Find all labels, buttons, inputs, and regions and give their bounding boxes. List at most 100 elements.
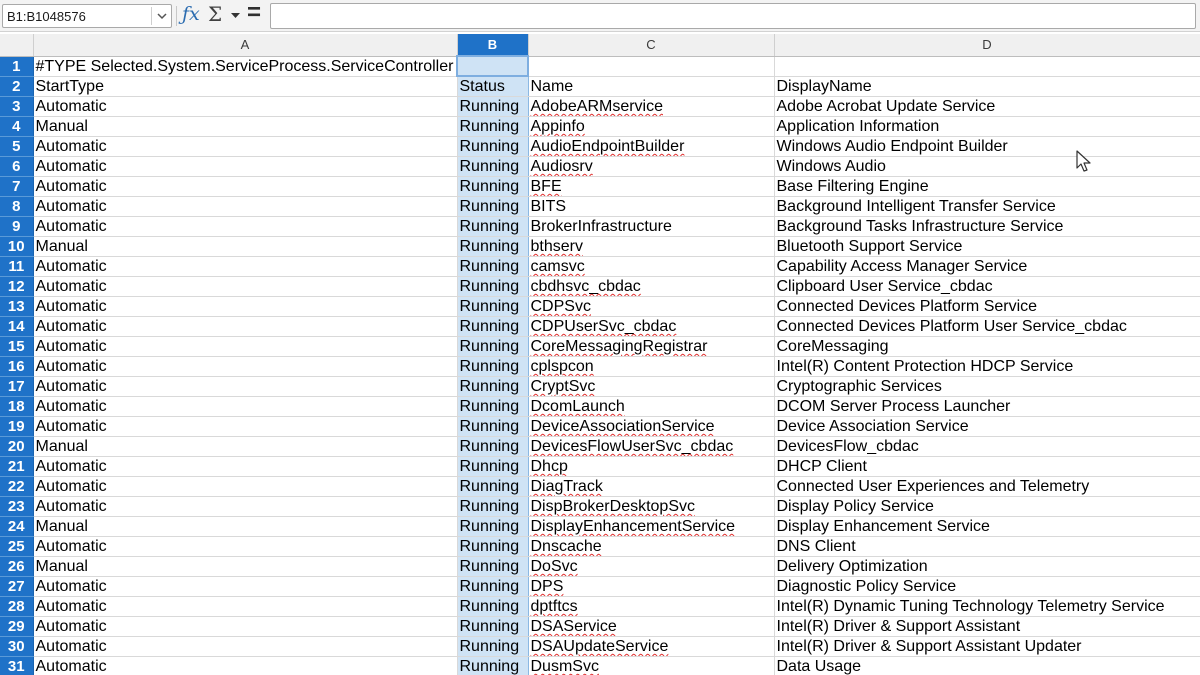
cell-b[interactable]: Running (456, 156, 529, 177)
cell-b[interactable]: Running (456, 496, 529, 517)
cell-d[interactable]: Intel(R) Driver & Support Assistant (774, 616, 1200, 637)
cell-a[interactable]: Manual (33, 436, 458, 457)
cell-c[interactable]: BFE (528, 176, 775, 197)
cell-a[interactable]: Automatic (33, 616, 458, 637)
row-header[interactable]: 16 (0, 356, 34, 377)
cell-d[interactable]: DHCP Client (774, 456, 1200, 477)
cell-d[interactable]: Diagnostic Policy Service (774, 576, 1200, 597)
cell-c[interactable]: CDPSvc (528, 296, 775, 317)
cell-a[interactable]: Automatic (33, 216, 458, 237)
cell-d[interactable]: Intel(R) Dynamic Tuning Technology Telem… (774, 596, 1200, 617)
cell-d[interactable]: CoreMessaging (774, 336, 1200, 357)
cell-b[interactable]: Running (456, 296, 529, 317)
row-header[interactable]: 26 (0, 556, 34, 577)
column-header-a[interactable]: A (33, 34, 458, 57)
row-header[interactable]: 4 (0, 116, 34, 137)
cell-b[interactable]: Running (456, 196, 529, 217)
cell-c[interactable]: DeviceAssociationService (528, 416, 775, 437)
cell-c[interactable]: DoSvc (528, 556, 775, 577)
cell-c[interactable]: DPS (528, 576, 775, 597)
cell-a[interactable]: Automatic (33, 416, 458, 437)
row-header[interactable]: 21 (0, 456, 34, 477)
sigma-icon[interactable]: Σ (208, 2, 222, 26)
cell-c[interactable]: Appinfo (528, 116, 775, 137)
cell-a[interactable]: Automatic (33, 156, 458, 177)
cell-b[interactable]: Running (456, 136, 529, 157)
cell-a[interactable]: Manual (33, 516, 458, 537)
cell-b[interactable]: Running (456, 176, 529, 197)
cell-c[interactable]: DiagTrack (528, 476, 775, 497)
cell-b[interactable]: Running (456, 596, 529, 617)
cell-a[interactable]: Automatic (33, 176, 458, 197)
row-header[interactable]: 25 (0, 536, 34, 557)
cell-a[interactable]: Automatic (33, 296, 458, 317)
cell-a[interactable]: Automatic (33, 96, 458, 117)
row-header[interactable]: 14 (0, 316, 34, 337)
cell-d[interactable]: Background Intelligent Transfer Service (774, 196, 1200, 217)
cell-b[interactable] (456, 55, 529, 77)
column-header-d[interactable]: D (774, 34, 1200, 57)
cell-c[interactable]: dptftcs (528, 596, 775, 617)
column-header-b[interactable]: B (457, 34, 529, 57)
cell-a[interactable]: Automatic (33, 396, 458, 417)
cell-c[interactable]: AdobeARMservice (528, 96, 775, 117)
cell-a[interactable]: Automatic (33, 276, 458, 297)
cell-a[interactable]: Automatic (33, 476, 458, 497)
cell-c[interactable] (528, 56, 775, 77)
cell-d[interactable]: Windows Audio Endpoint Builder (774, 136, 1200, 157)
cell-a[interactable]: Automatic (33, 456, 458, 477)
cell-d[interactable]: Windows Audio (774, 156, 1200, 177)
cell-a[interactable]: Automatic (33, 336, 458, 357)
cell-c[interactable]: DcomLaunch (528, 396, 775, 417)
row-header[interactable]: 17 (0, 376, 34, 397)
cell-c[interactable]: DevicesFlowUserSvc_cbdac (528, 436, 775, 457)
select-all-corner[interactable] (0, 34, 34, 57)
cell-a[interactable]: Automatic (33, 496, 458, 517)
cell-d[interactable]: Base Filtering Engine (774, 176, 1200, 197)
cell-a[interactable]: Automatic (33, 376, 458, 397)
cell-d[interactable] (774, 56, 1200, 77)
cell-c[interactable]: CoreMessagingRegistrar (528, 336, 775, 357)
cell-a[interactable]: Automatic (33, 356, 458, 377)
cell-d[interactable]: Capability Access Manager Service (774, 256, 1200, 277)
row-header[interactable]: 3 (0, 96, 34, 117)
cell-b[interactable]: Running (456, 516, 529, 537)
cell-a[interactable]: Automatic (33, 256, 458, 277)
cell-a[interactable]: Automatic (33, 596, 458, 617)
cell-c[interactable]: BITS (528, 196, 775, 217)
cell-b[interactable]: Status (456, 76, 529, 97)
cell-a[interactable]: Automatic (33, 576, 458, 597)
row-header[interactable]: 15 (0, 336, 34, 357)
cell-c[interactable]: cplspcon (528, 356, 775, 377)
cell-d[interactable]: Cryptographic Services (774, 376, 1200, 397)
cell-a[interactable]: Manual (33, 236, 458, 257)
cell-d[interactable]: Adobe Acrobat Update Service (774, 96, 1200, 117)
row-header[interactable]: 18 (0, 396, 34, 417)
cell-d[interactable]: Display Policy Service (774, 496, 1200, 517)
cell-a[interactable]: Automatic (33, 136, 458, 157)
equals-icon[interactable]: = (247, 0, 261, 27)
cell-b[interactable]: Running (456, 276, 529, 297)
cell-b[interactable]: Running (456, 536, 529, 557)
cell-b[interactable]: Running (456, 356, 529, 377)
row-header[interactable]: 7 (0, 176, 34, 197)
cell-c[interactable]: cbdhsvc_cbdac (528, 276, 775, 297)
cell-b[interactable]: Running (456, 116, 529, 137)
cell-b[interactable]: Running (456, 376, 529, 397)
cell-b[interactable]: Running (456, 476, 529, 497)
row-header[interactable]: 22 (0, 476, 34, 497)
cell-b[interactable]: Running (456, 436, 529, 457)
row-header[interactable]: 30 (0, 636, 34, 657)
cell-c[interactable]: DSAService (528, 616, 775, 637)
row-header[interactable]: 27 (0, 576, 34, 597)
cell-c[interactable]: DisplayEnhancementService (528, 516, 775, 537)
cell-b[interactable]: Running (456, 236, 529, 257)
cell-a[interactable]: Automatic (33, 536, 458, 557)
cell-c[interactable]: DispBrokerDesktopSvc (528, 496, 775, 517)
cell-b[interactable]: Running (456, 656, 529, 675)
cell-d[interactable]: Background Tasks Infrastructure Service (774, 216, 1200, 237)
cell-a[interactable]: StartType (33, 76, 458, 97)
cell-c[interactable]: Dnscache (528, 536, 775, 557)
cell-c[interactable]: AudioEndpointBuilder (528, 136, 775, 157)
cell-b[interactable]: Running (456, 556, 529, 577)
